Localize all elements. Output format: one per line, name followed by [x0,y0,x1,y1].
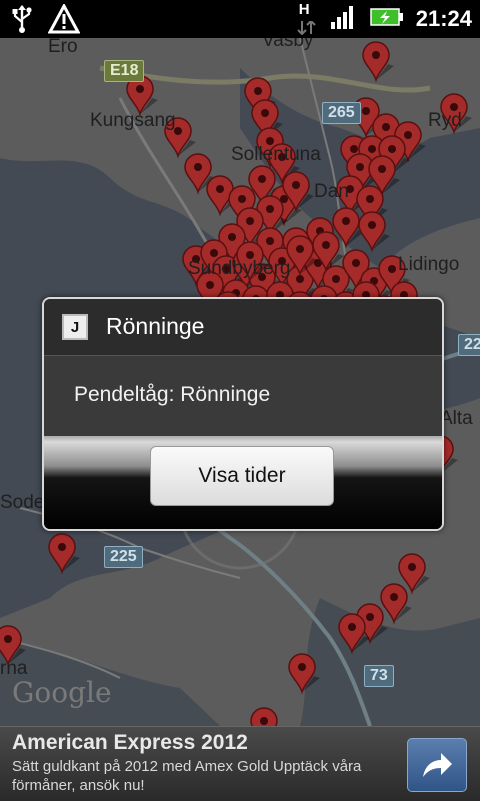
map-label: Sundbyberg [188,258,291,279]
dialog-header: J Rönninge [44,299,442,356]
battery-charging-icon [369,7,404,31]
station-pin-icon[interactable] [358,211,390,253]
station-pin-icon[interactable] [398,553,430,595]
map-label: Sollentuna [231,144,321,165]
network-type-label: H [298,1,310,18]
road-shield-22: 22 [458,334,480,356]
map-label: Ero [48,38,78,57]
station-dialog: J Rönninge Pendeltåg: Rönninge Visa tide… [42,297,444,531]
station-pin-icon[interactable] [288,653,320,695]
dialog-title: Rönninge [106,313,205,339]
station-pin-icon[interactable] [362,41,394,83]
road-shield-e18: E18 [104,60,145,82]
road-shield-265: 265 [322,102,361,124]
station-pin-icon[interactable] [250,707,282,726]
road-shield-73: 73 [364,665,394,687]
ad-text: Sätt guldkant på 2012 med Amex Gold Uppt… [12,758,362,794]
map-label: Lidingo [398,254,460,275]
warning-icon [47,2,81,38]
map-label: Vasby [262,38,314,51]
hspa-data-icon: H [296,1,318,35]
dialog-button-bar: Visa tider [44,436,442,529]
google-logo: Google [12,676,112,709]
ad-title: American Express 2012 [12,731,248,754]
map-label: Kungsang [90,110,176,131]
road-shield-225: 225 [104,546,143,568]
dialog-message: Pendeltåg: Rönninge [74,383,271,406]
share-arrow-icon[interactable] [407,738,467,792]
map-label: Sode [0,492,45,513]
map-label: Dan [314,181,349,202]
ad-banner[interactable]: American Express 2012 Sätt guldkant på 2… [0,726,480,801]
station-pin-icon[interactable] [48,533,80,575]
usb-icon [10,4,34,38]
station-pin-icon[interactable] [380,583,412,625]
status-bar: H 21:24 [0,0,480,38]
map-label: Alta [440,408,473,429]
dialog-body: Pendeltåg: Rönninge [44,356,442,436]
clock: 21:24 [415,6,472,31]
signal-icon [330,4,358,34]
show-times-button[interactable]: Visa tider [150,446,334,506]
map-label: Ryd [428,110,462,131]
app-icon: J [62,314,88,340]
